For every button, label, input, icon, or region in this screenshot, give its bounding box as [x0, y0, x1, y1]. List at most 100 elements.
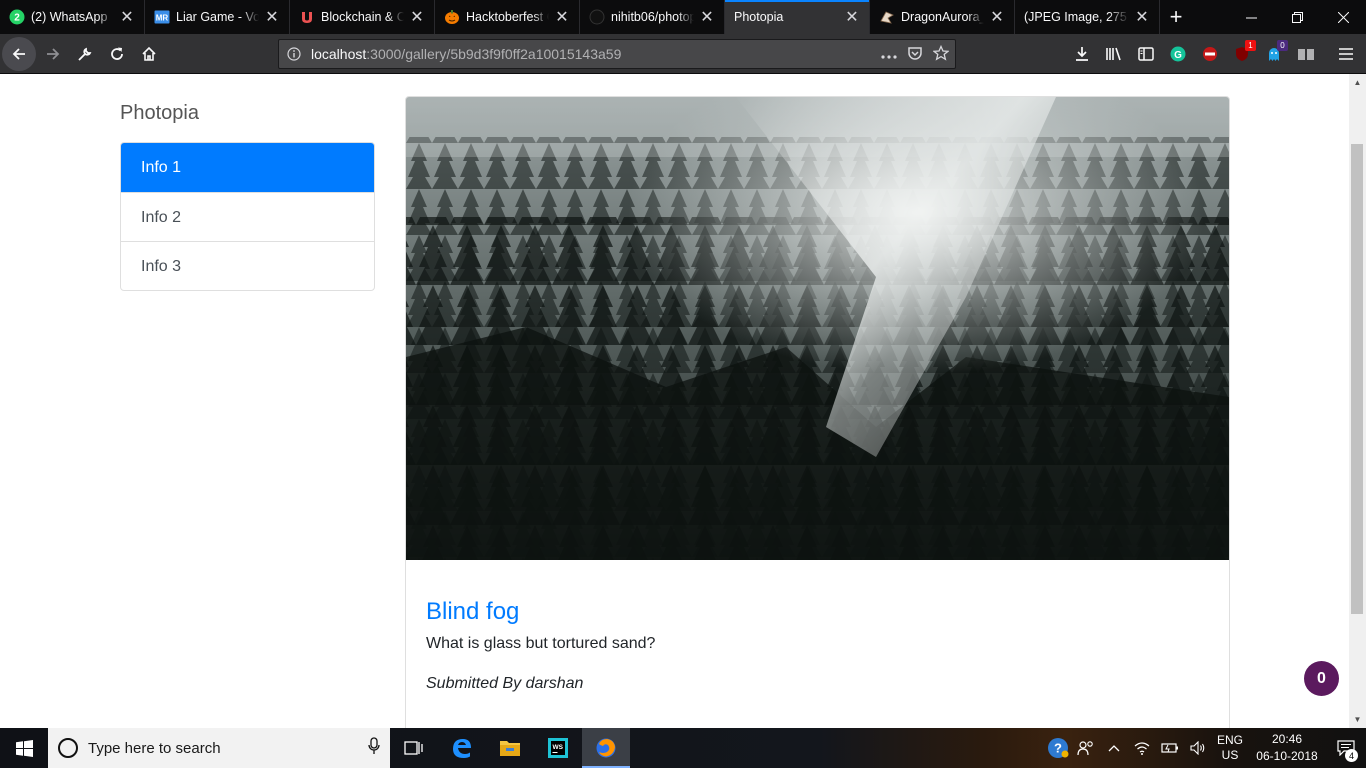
help-tray-icon[interactable]: ? — [1044, 737, 1072, 759]
people-icon[interactable] — [1072, 740, 1100, 756]
page-scrollbar[interactable]: ▲ ▼ — [1349, 74, 1366, 728]
pocket-icon[interactable] — [907, 45, 923, 64]
microphone-icon[interactable] — [368, 737, 380, 759]
notification-count: 4 — [1345, 749, 1358, 762]
sidebar-list: Info 1 Info 2 Info 3 — [120, 142, 375, 291]
hamburger-icon — [1339, 48, 1353, 60]
windows-taskbar: Type here to search WS ? ENG US 20:46 06… — [0, 728, 1366, 768]
card-body: Blind fog What is glass but tortured san… — [406, 560, 1229, 693]
battery-icon[interactable] — [1156, 742, 1184, 754]
reader-icon — [1298, 49, 1314, 60]
chevron-up-icon[interactable] — [1100, 744, 1128, 752]
webstorm-icon: WS — [548, 738, 568, 758]
start-button[interactable] — [0, 728, 48, 768]
home-icon — [142, 46, 156, 61]
more-actions-icon[interactable] — [881, 46, 897, 62]
tab-strip: 2 (2) WhatsApp ✕ MR Liar Game - Vol ✕ Bl… — [0, 0, 1366, 34]
library-button[interactable] — [1098, 38, 1130, 70]
file-explorer-button[interactable] — [486, 728, 534, 768]
tab-blockchain[interactable]: Blockchain & C ✕ — [290, 0, 435, 34]
back-arrow-icon — [12, 47, 25, 60]
url-bar[interactable]: localhost:3000/gallery/5b9d3f9f0ff2a1001… — [278, 39, 956, 69]
task-view-icon — [404, 741, 423, 755]
tab-title: DragonAurora_ — [901, 10, 984, 24]
svg-text:WS: WS — [553, 744, 564, 751]
search-placeholder: Type here to search — [88, 739, 221, 757]
sidebar-item-info-2[interactable]: Info 2 — [121, 192, 374, 241]
close-tab-icon[interactable]: ✕ — [1133, 8, 1151, 26]
tab-photopia[interactable]: Photopia ✕ — [725, 0, 870, 34]
volume-icon[interactable] — [1184, 741, 1212, 755]
sidebar-item-info-3[interactable]: Info 3 — [121, 241, 374, 290]
wrench-button[interactable] — [69, 38, 101, 70]
ghostery-badge: 0 — [1277, 40, 1288, 51]
tab-title: Liar Game - Vol — [176, 10, 259, 24]
close-tab-icon[interactable]: ✕ — [408, 8, 426, 26]
home-button[interactable] — [133, 38, 165, 70]
close-tab-icon[interactable]: ✕ — [263, 8, 281, 26]
close-tab-icon[interactable]: ✕ — [843, 8, 861, 26]
close-tab-icon[interactable]: ✕ — [988, 8, 1006, 26]
reload-button[interactable] — [101, 38, 133, 70]
scroll-down-icon[interactable]: ▼ — [1349, 711, 1366, 728]
region-code: US — [1221, 748, 1239, 762]
card-title[interactable]: Blind fog — [426, 598, 1209, 626]
tab-hacktoberfest[interactable]: Hacktoberfest C ✕ — [435, 0, 580, 34]
card-description: What is glass but tortured sand? — [426, 635, 656, 652]
action-center-button[interactable]: 4 — [1326, 740, 1366, 762]
restore-icon[interactable] — [1274, 0, 1320, 34]
close-tab-icon[interactable]: ✕ — [698, 8, 716, 26]
tab-liar-game[interactable]: MR Liar Game - Vol ✕ — [145, 0, 290, 34]
downloads-button[interactable] — [1066, 38, 1098, 70]
clock-date: 06-10-2018 — [1256, 749, 1318, 763]
taskbar-search-box[interactable]: Type here to search — [48, 728, 390, 768]
tab-whatsapp[interactable]: 2 (2) WhatsApp ✕ — [0, 0, 145, 34]
gallery-card: Blind fog What is glass but tortured san… — [405, 96, 1230, 728]
udemy-icon — [299, 9, 315, 25]
site-brand[interactable]: Photopia — [120, 102, 199, 125]
reload-icon — [111, 47, 123, 60]
tab-dragon-aurora[interactable]: DragonAurora_ ✕ — [870, 0, 1015, 34]
blocker-extension-button[interactable] — [1194, 38, 1226, 70]
info-icon[interactable] — [287, 47, 301, 61]
tab-github[interactable]: nihitb06/photop ✕ — [580, 0, 725, 34]
close-tab-icon[interactable]: ✕ — [553, 8, 571, 26]
scroll-up-icon[interactable]: ▲ — [1349, 74, 1366, 91]
whatsapp-icon: 2 — [9, 9, 25, 25]
pumpkin-icon — [444, 9, 460, 25]
ublock-button[interactable]: 1 — [1226, 38, 1258, 70]
tab-jpeg-image[interactable]: (JPEG Image, 275 × ✕ — [1015, 0, 1160, 34]
close-tab-icon[interactable]: ✕ — [118, 8, 136, 26]
grammarly-button[interactable]: G — [1162, 38, 1194, 70]
webstorm-button[interactable]: WS — [534, 728, 582, 768]
svg-text:?: ? — [1054, 741, 1062, 756]
firefox-taskbar-button[interactable] — [582, 728, 630, 768]
scrollbar-thumb[interactable] — [1351, 144, 1363, 614]
sidebar-toggle-button[interactable] — [1130, 38, 1162, 70]
sidebar-item-info-1[interactable]: Info 1 — [121, 143, 374, 192]
taskbar-clock[interactable]: 20:46 06-10-2018 — [1248, 731, 1326, 765]
ublock-badge: 1 — [1245, 40, 1256, 51]
minimize-icon[interactable] — [1228, 0, 1274, 34]
system-tray: ? ENG US 20:46 06-10-2018 4 — [1044, 728, 1366, 768]
bookmark-star-icon[interactable] — [932, 44, 950, 64]
windows-logo-icon — [15, 739, 33, 757]
firefox-icon — [596, 738, 616, 758]
close-window-icon[interactable] — [1320, 0, 1366, 34]
back-button[interactable] — [2, 36, 36, 71]
ghostery-button[interactable]: 0 — [1258, 38, 1290, 70]
edge-taskbar-button[interactable] — [438, 728, 486, 768]
floating-count-button[interactable]: 0 — [1304, 661, 1339, 696]
tab-title: nihitb06/photop — [611, 10, 694, 24]
card-image — [406, 97, 1229, 560]
reader-button[interactable] — [1290, 38, 1322, 70]
forward-arrow-icon — [47, 47, 60, 60]
task-view-button[interactable] — [390, 728, 438, 768]
folder-icon — [500, 741, 520, 756]
wifi-icon[interactable] — [1128, 741, 1156, 755]
forward-button[interactable] — [37, 38, 69, 70]
menu-button[interactable] — [1330, 38, 1362, 70]
new-tab-button[interactable]: + — [1160, 0, 1192, 34]
url-path: :3000/gallery/5b9d3f9f0ff2a10015143a59 — [366, 46, 622, 62]
input-language[interactable]: ENG US — [1212, 733, 1248, 763]
